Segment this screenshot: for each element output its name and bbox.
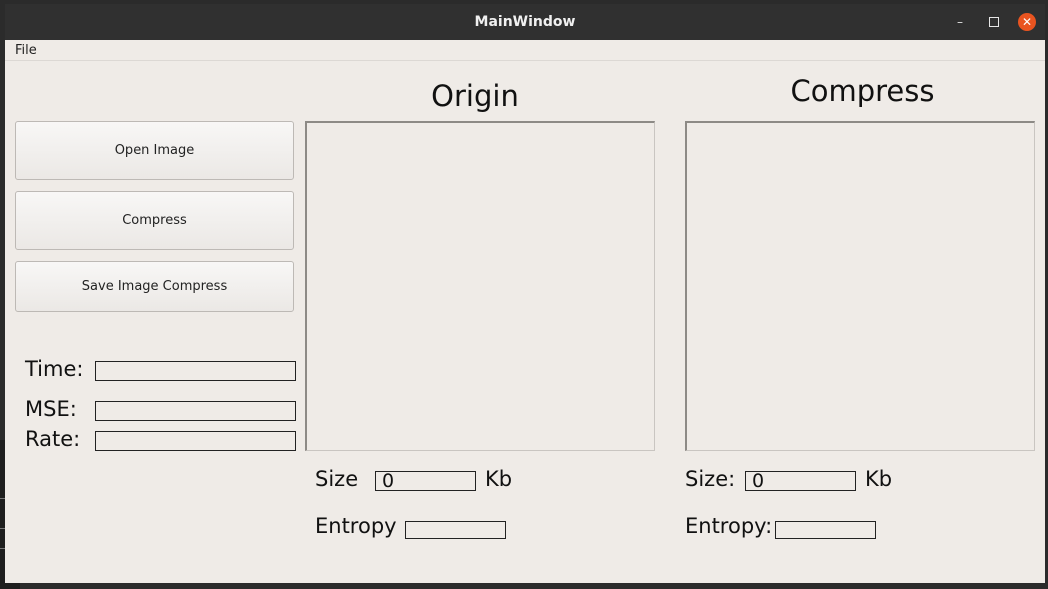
minimize-icon: –: [957, 15, 963, 29]
compress-size-field[interactable]: 0: [745, 471, 856, 491]
minimize-button[interactable]: –: [951, 13, 969, 31]
title-bar: MainWindow – ✕: [5, 4, 1045, 40]
maximize-icon: [989, 17, 999, 27]
compress-size-label: Size:: [685, 467, 736, 491]
compress-heading: Compress: [790, 74, 935, 108]
compress-button[interactable]: Compress: [15, 191, 294, 250]
mse-field[interactable]: [95, 401, 296, 421]
origin-size-unit: Kb: [485, 467, 513, 491]
mse-label: MSE:: [25, 397, 77, 421]
origin-heading: Origin: [431, 79, 519, 113]
compress-image-view: [685, 121, 1035, 451]
origin-size-label: Size: [315, 467, 359, 491]
time-label: Time:: [25, 357, 84, 381]
save-image-compress-button[interactable]: Save Image Compress: [15, 261, 294, 312]
menu-bar: File: [5, 40, 1045, 61]
close-icon: ✕: [1021, 15, 1033, 29]
origin-image-view: [305, 121, 655, 451]
compress-entropy-label: Entropy:: [685, 514, 773, 538]
open-image-button[interactable]: Open Image: [15, 121, 294, 180]
main-window: MainWindow – ✕ File Open Image Compress …: [5, 4, 1045, 583]
close-button[interactable]: ✕: [1018, 13, 1036, 31]
compress-size-unit: Kb: [865, 467, 893, 491]
rate-label: Rate:: [25, 427, 81, 451]
origin-entropy-label: Entropy: [315, 514, 397, 538]
menu-file[interactable]: File: [15, 43, 37, 58]
maximize-button[interactable]: [985, 13, 1003, 31]
rate-field[interactable]: [95, 431, 296, 451]
origin-size-field[interactable]: 0: [375, 471, 476, 491]
compress-entropy-field[interactable]: [775, 521, 876, 539]
window-title: MainWindow: [474, 14, 576, 30]
origin-entropy-field[interactable]: [405, 521, 506, 539]
time-field[interactable]: [95, 361, 296, 381]
